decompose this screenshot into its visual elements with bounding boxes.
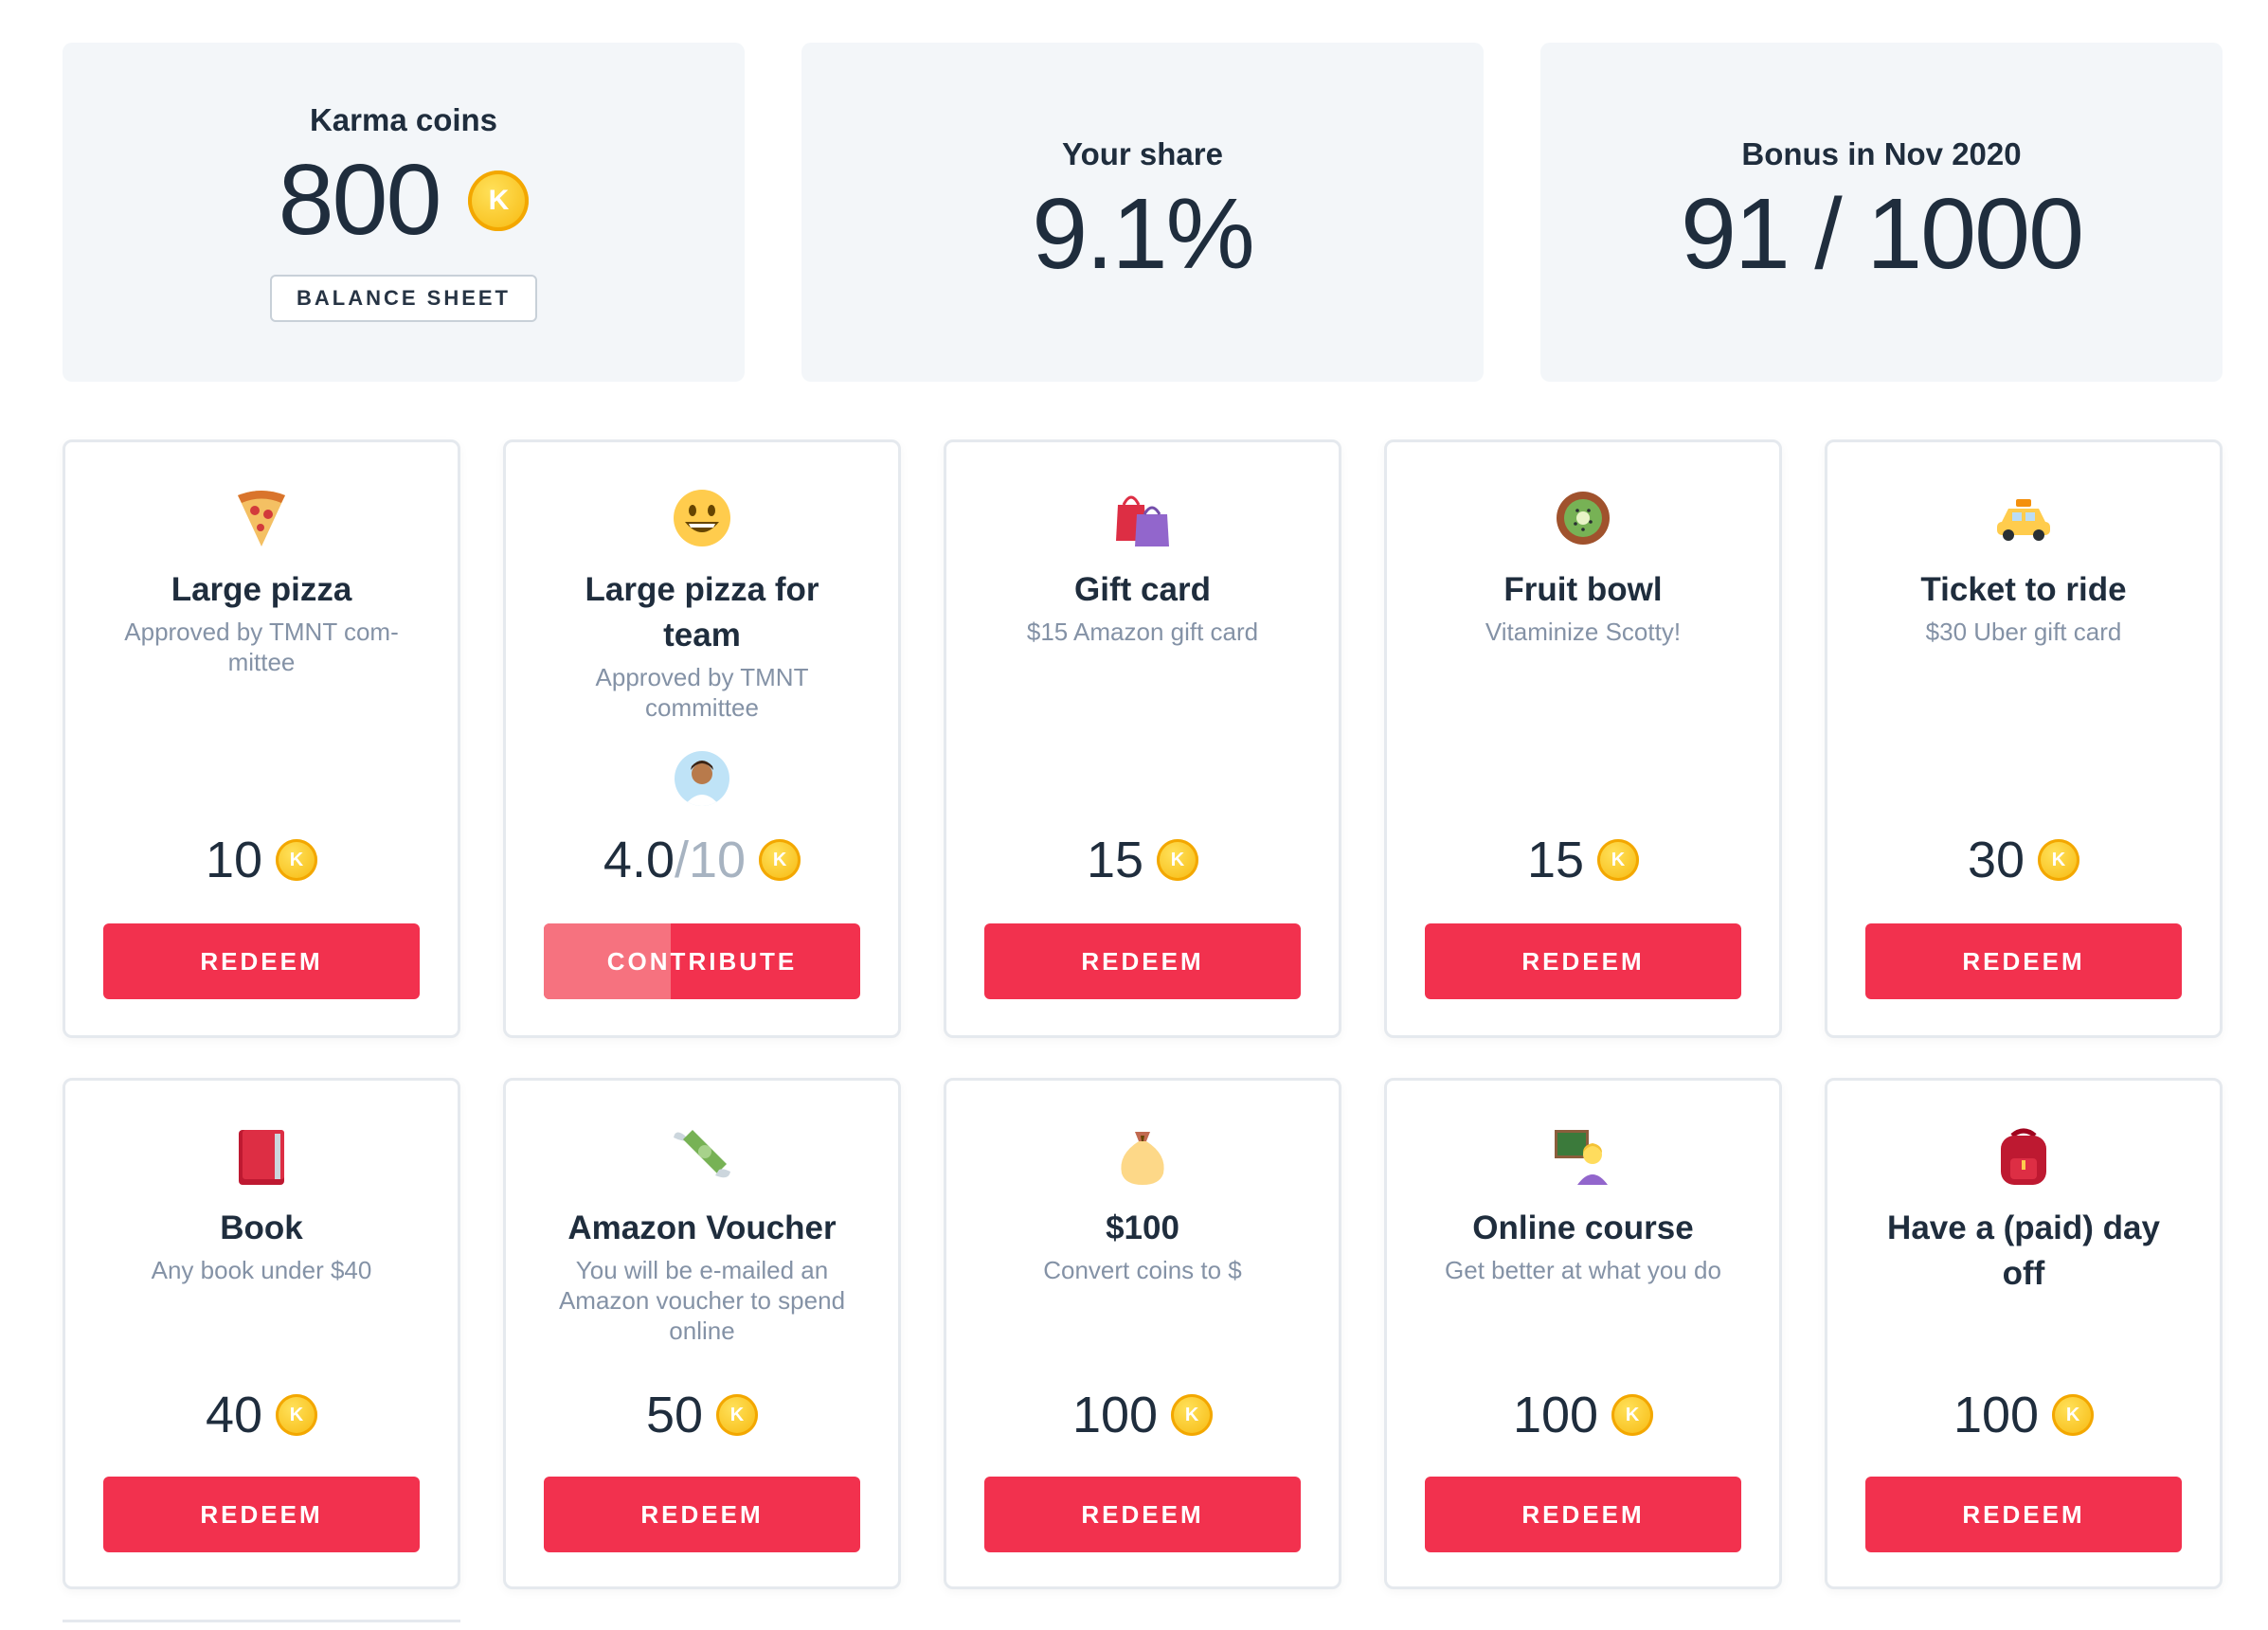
- shopping-bags-icon: [1112, 488, 1173, 548]
- reward-subtitle: $30 Uber gift card: [1925, 618, 2122, 646]
- reward-card-fruit-bowl: Fruit bowl Vitaminize Scotty! 15 K REDEE…: [1384, 439, 1782, 1038]
- redeem-button[interactable]: REDEEM: [1425, 1477, 1741, 1552]
- coin-icon: K: [1171, 1394, 1214, 1436]
- price-value: 15: [1526, 832, 1585, 888]
- reward-price: 40 K: [65, 1386, 458, 1444]
- reward-subtitle: $15 Amazon gift card: [1026, 618, 1259, 646]
- reward-price: 10 K: [65, 831, 458, 889]
- backpack-icon: [1993, 1126, 2054, 1187]
- reward-card-paid-day-off: Have a (paid) day off 100 K REDEEM: [1825, 1078, 2223, 1589]
- bonus-panel: Bonus in Nov 2020 91 / 1000: [1540, 43, 2223, 382]
- karma-coin-icon: K: [468, 170, 530, 231]
- price-value: 50: [645, 1387, 704, 1443]
- reward-card-gift-card: Gift card $15 Amazon gift card 15 K REDE…: [944, 439, 1341, 1038]
- reward-title: Large pizza: [171, 571, 352, 608]
- reward-title: Online course: [1472, 1209, 1694, 1246]
- book-icon: [231, 1126, 292, 1187]
- reward-title: Gift card: [1074, 571, 1211, 608]
- reward-title: Ticket to ride: [1920, 571, 2127, 608]
- price-value: 15: [1086, 832, 1144, 888]
- reward-price: 100 K: [1827, 1386, 2220, 1444]
- reward-subtitle: Get better at what you do: [1445, 1256, 1721, 1284]
- coin-icon: K: [759, 839, 801, 881]
- price-value: 30: [1967, 832, 2025, 888]
- reward-subtitle: Any book under $40: [151, 1256, 372, 1284]
- reward-price: 100 K: [946, 1386, 1339, 1444]
- coin-icon: K: [276, 1394, 318, 1436]
- price-value: 100: [1953, 1387, 2040, 1443]
- reward-price: 30 K: [1827, 831, 2220, 889]
- balance-sheet-button[interactable]: BALANCE SHEET: [269, 274, 537, 322]
- your-share-label: Your share: [1062, 136, 1223, 172]
- reward-price: 15 K: [1387, 831, 1779, 889]
- price-value: 40: [205, 1387, 263, 1443]
- reward-subtitle: Approved by TMNT committee: [595, 663, 809, 722]
- price-total: /10: [675, 832, 747, 888]
- rewards-grid: Large pizza Approved by TMNT com-mittee …: [63, 439, 2223, 1589]
- coin-icon: K: [1597, 839, 1640, 881]
- grinning-face-icon: [672, 488, 732, 548]
- contribute-button[interactable]: CONTRIBUTE: [544, 923, 860, 999]
- taxi-icon: [1993, 488, 2054, 548]
- reward-title: Book: [220, 1209, 303, 1246]
- bonus-label: Bonus in Nov 2020: [1741, 136, 2022, 172]
- reward-card-amazon-voucher: Amazon Voucher You will be e-mailed an A…: [503, 1078, 901, 1589]
- redeem-button[interactable]: REDEEM: [103, 923, 420, 999]
- reward-card-100-dollars: $100 Convert coins to $ 100 K REDEEM: [944, 1078, 1341, 1589]
- reward-title: Amazon Voucher: [567, 1209, 837, 1246]
- redeem-button[interactable]: REDEEM: [984, 923, 1301, 999]
- reward-subtitle: Vitaminize Scotty!: [1485, 618, 1682, 646]
- reward-price: 100 K: [1387, 1386, 1779, 1444]
- reward-title: $100: [1106, 1209, 1179, 1246]
- price-value: 4.0/10: [603, 831, 746, 889]
- price-value: 100: [1512, 1387, 1599, 1443]
- reward-card-ticket-to-ride: Ticket to ride $30 Uber gift card 30 K R…: [1825, 439, 2223, 1038]
- coin-icon: K: [2052, 1394, 2095, 1436]
- redeem-button[interactable]: REDEEM: [984, 1477, 1301, 1552]
- money-bag-icon: [1112, 1126, 1173, 1187]
- kiwi-icon: [1553, 488, 1613, 548]
- price-current: 4.0: [603, 832, 675, 888]
- reward-price: 4.0/10 K: [506, 831, 898, 889]
- redeem-button[interactable]: REDEEM: [1425, 923, 1741, 999]
- karma-coins-panel: Karma coins 800 K BALANCE SHEET: [63, 43, 745, 382]
- coin-icon: K: [716, 1394, 759, 1436]
- reward-subtitle: You will be e-mailed an Amazon voucher t…: [558, 1256, 846, 1345]
- price-value: 10: [205, 832, 263, 888]
- reward-price: 15 K: [946, 831, 1339, 889]
- bonus-value: 91 / 1000: [1680, 178, 2084, 291]
- your-share-value: 9.1%: [1032, 178, 1255, 291]
- money-with-wings-icon: [672, 1126, 732, 1187]
- redeem-button[interactable]: REDEEM: [1865, 1477, 2182, 1552]
- reward-subtitle: Approved by TMNT com-mittee: [124, 618, 399, 676]
- reward-title: Have a (paid) day off: [1887, 1209, 2160, 1292]
- teacher-icon: [1553, 1126, 1613, 1187]
- next-card-edge: [63, 1620, 460, 1630]
- redeem-button[interactable]: REDEEM: [544, 1477, 860, 1552]
- redeem-button[interactable]: REDEEM: [103, 1477, 420, 1552]
- karma-coins-value: 800: [278, 144, 442, 257]
- reward-card-book: Book Any book under $40 40 K REDEEM: [63, 1078, 460, 1589]
- reward-card-large-pizza: Large pizza Approved by TMNT com-mittee …: [63, 439, 460, 1038]
- pizza-icon: [231, 488, 292, 548]
- coin-icon: K: [1157, 839, 1199, 881]
- reward-title: Fruit bowl: [1503, 571, 1663, 608]
- your-share-panel: Your share 9.1%: [801, 43, 1484, 382]
- contributor-avatar: [675, 751, 729, 806]
- reward-title: Large pizza for team: [585, 571, 819, 654]
- reward-price: 50 K: [506, 1386, 898, 1444]
- coin-icon: K: [1611, 1394, 1654, 1436]
- reward-subtitle: Convert coins to $: [1043, 1256, 1242, 1284]
- price-value: 100: [1071, 1387, 1159, 1443]
- stats-row: Karma coins 800 K BALANCE SHEET Your sha…: [63, 43, 2223, 382]
- coin-icon: K: [276, 839, 318, 881]
- redeem-button[interactable]: REDEEM: [1865, 923, 2182, 999]
- karma-coins-label: Karma coins: [309, 102, 498, 138]
- reward-card-online-course: Online course Get better at what you do …: [1384, 1078, 1782, 1589]
- reward-card-large-pizza-for-team: Large pizza for team Approved by TMNT co…: [503, 439, 901, 1038]
- coin-icon: K: [2038, 839, 2080, 881]
